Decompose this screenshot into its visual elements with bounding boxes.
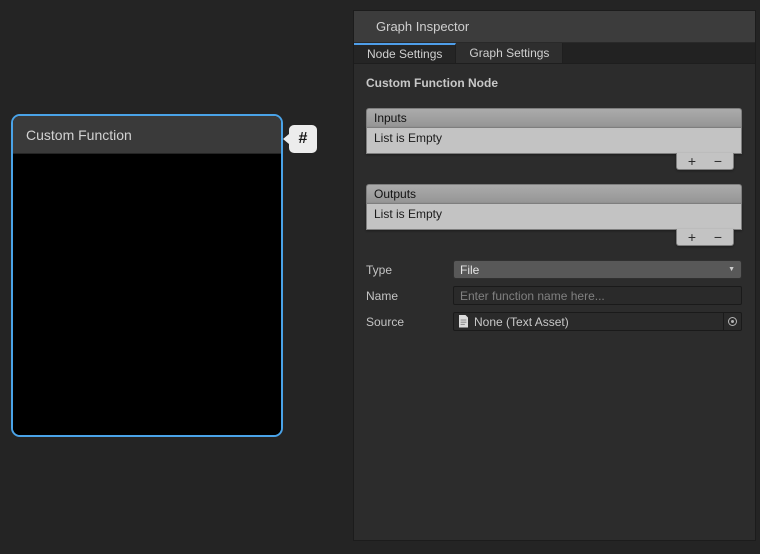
tab-graph-settings-label: Graph Settings bbox=[469, 46, 549, 60]
section-title: Custom Function Node bbox=[366, 76, 742, 90]
inputs-list-title: Inputs bbox=[374, 111, 407, 125]
graph-inspector-panel: Graph Inspector Node Settings Graph Sett… bbox=[353, 10, 756, 541]
inspector-header[interactable]: Graph Inspector bbox=[354, 11, 755, 43]
inputs-list-footer: + − bbox=[676, 153, 734, 170]
node-title: Custom Function bbox=[26, 127, 132, 143]
node-title-bar[interactable]: Custom Function bbox=[13, 116, 281, 154]
inputs-add-button[interactable]: + bbox=[681, 154, 703, 169]
name-row: Name bbox=[366, 286, 742, 305]
outputs-remove-button[interactable]: − bbox=[707, 230, 729, 245]
tab-graph-settings[interactable]: Graph Settings bbox=[456, 43, 563, 63]
inspector-tabbar: Node Settings Graph Settings bbox=[354, 43, 755, 64]
function-name-input[interactable] bbox=[453, 286, 742, 305]
hash-badge-label: # bbox=[299, 130, 308, 148]
type-row: Type File ▼ bbox=[366, 260, 742, 279]
outputs-list-title: Outputs bbox=[374, 187, 416, 201]
inspector-content: Custom Function Node Inputs List is Empt… bbox=[354, 64, 755, 540]
source-object-value: None (Text Asset) bbox=[474, 315, 569, 329]
type-dropdown[interactable]: File ▼ bbox=[453, 260, 742, 279]
chevron-down-icon: ▼ bbox=[728, 266, 735, 273]
outputs-add-button[interactable]: + bbox=[681, 230, 703, 245]
outputs-list-footer: + − bbox=[676, 229, 734, 246]
inspector-title: Graph Inspector bbox=[376, 19, 469, 34]
inputs-list: Inputs List is Empty + − bbox=[366, 108, 742, 170]
source-label: Source bbox=[366, 315, 453, 329]
inputs-list-body: List is Empty bbox=[366, 127, 742, 154]
inputs-remove-button[interactable]: − bbox=[707, 154, 729, 169]
type-label: Type bbox=[366, 263, 453, 277]
type-dropdown-value: File bbox=[460, 263, 479, 277]
custom-function-node[interactable]: Custom Function bbox=[11, 114, 283, 437]
object-picker-icon[interactable] bbox=[723, 313, 741, 330]
hash-badge[interactable]: # bbox=[289, 125, 317, 153]
outputs-empty-row: List is Empty bbox=[367, 204, 741, 221]
source-object-field[interactable]: None (Text Asset) bbox=[453, 312, 742, 331]
outputs-list-header[interactable]: Outputs bbox=[366, 184, 742, 203]
outputs-list-body: List is Empty bbox=[366, 203, 742, 230]
graph-canvas[interactable]: Custom Function # Graph Inspector Node S… bbox=[0, 0, 760, 554]
name-label: Name bbox=[366, 289, 453, 303]
node-body bbox=[13, 154, 281, 437]
tab-node-settings-label: Node Settings bbox=[367, 47, 442, 61]
inputs-empty-row: List is Empty bbox=[367, 128, 741, 145]
inputs-list-header[interactable]: Inputs bbox=[366, 108, 742, 127]
tab-node-settings[interactable]: Node Settings bbox=[354, 43, 456, 63]
source-row: Source None (Text Asset) bbox=[366, 312, 742, 331]
outputs-list: Outputs List is Empty + − bbox=[366, 184, 742, 246]
text-asset-icon bbox=[458, 315, 469, 328]
